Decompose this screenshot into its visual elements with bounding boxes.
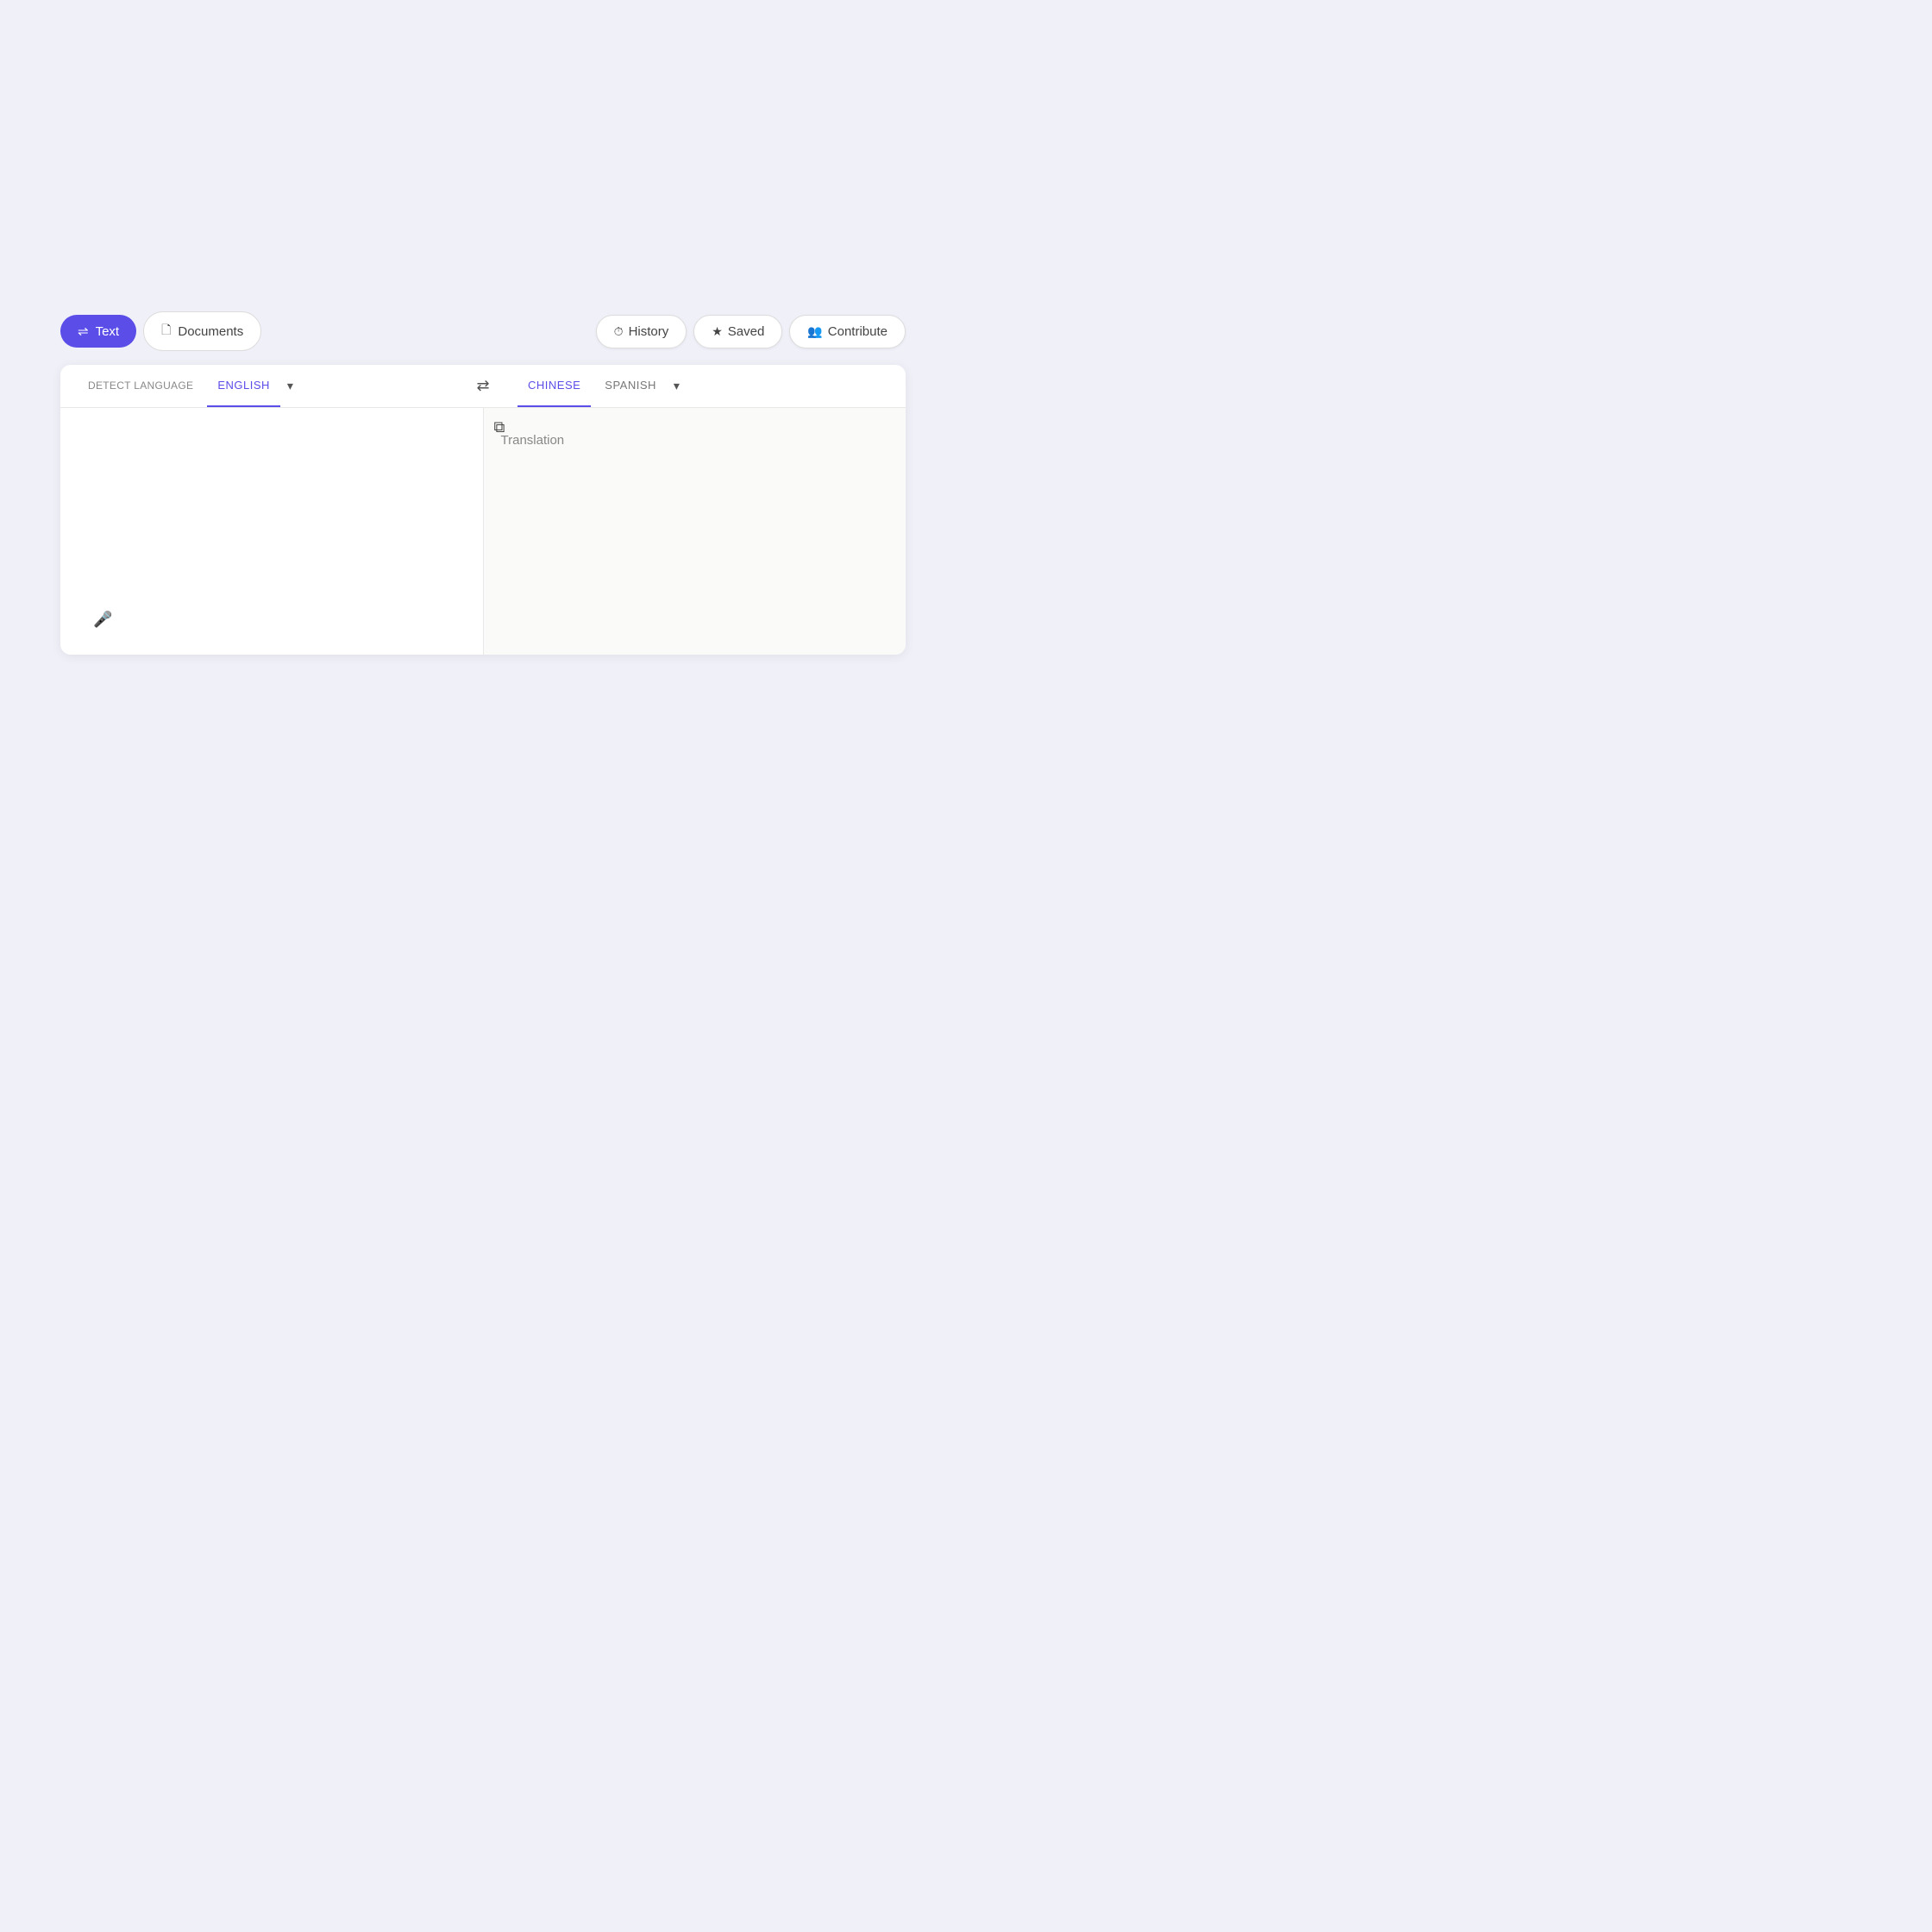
toolbar: ⇌ Text 🗋 Documents ⏱ History ★ Saved 👥 C… — [60, 311, 906, 351]
text-button-label: Text — [96, 324, 120, 339]
microphone-button[interactable]: 🎤 — [88, 605, 117, 634]
contribute-button-label: Contribute — [828, 324, 888, 339]
documents-button[interactable]: 🗋 Documents — [143, 311, 261, 351]
text-button[interactable]: ⇌ Text — [60, 315, 136, 348]
toolbar-right: ⏱ History ★ Saved 👥 Contribute — [596, 315, 906, 348]
copy-button[interactable]: ⧉ — [494, 418, 505, 436]
contribute-icon: 👥 — [807, 324, 822, 339]
target-language-tabs: CHINESE SPANISH ▾ — [500, 365, 906, 407]
translate-icon: ⇌ — [78, 323, 89, 339]
chevron-down-icon-right: ▾ — [674, 379, 680, 393]
source-input[interactable] — [78, 422, 466, 594]
source-area: 🎤 — [60, 408, 484, 655]
mic-icon: 🎤 — [93, 611, 112, 628]
detect-language-tab[interactable]: DETECT LANGUAGE — [78, 366, 204, 407]
contribute-button[interactable]: 👥 Contribute — [789, 315, 906, 348]
chinese-tab[interactable]: CHINESE — [518, 365, 591, 407]
text-areas: 🎤 ⧉ Translation — [60, 408, 906, 655]
star-icon: ★ — [712, 324, 723, 339]
english-tab[interactable]: ENGLISH — [207, 365, 280, 407]
swap-languages-button[interactable]: ⇄ — [466, 369, 500, 404]
target-language-dropdown[interactable]: ▾ — [670, 379, 683, 393]
source-language-tabs: DETECT LANGUAGE ENGLISH ▾ — [60, 365, 466, 407]
history-icon: ⏱ — [614, 324, 624, 339]
translation-output: Translation — [501, 430, 889, 451]
saved-button[interactable]: ★ Saved — [693, 315, 782, 348]
history-button-label: History — [629, 324, 669, 339]
copy-icon: ⧉ — [494, 418, 505, 436]
swap-icon: ⇄ — [476, 377, 489, 395]
documents-button-label: Documents — [178, 324, 243, 339]
translation-card: DETECT LANGUAGE ENGLISH ▾ ⇄ CHINESE SPAN… — [60, 365, 906, 655]
source-language-dropdown[interactable]: ▾ — [284, 379, 297, 393]
toolbar-left: ⇌ Text 🗋 Documents — [60, 311, 261, 351]
history-button[interactable]: ⏱ History — [596, 315, 687, 348]
chevron-down-icon: ▾ — [287, 379, 293, 393]
document-icon: 🗋 — [161, 321, 171, 342]
saved-button-label: Saved — [728, 324, 765, 339]
language-selector-row: DETECT LANGUAGE ENGLISH ▾ ⇄ CHINESE SPAN… — [60, 365, 906, 408]
source-footer: 🎤 — [78, 599, 466, 641]
translation-area: ⧉ Translation — [484, 408, 906, 655]
spanish-tab[interactable]: SPANISH — [594, 365, 667, 407]
